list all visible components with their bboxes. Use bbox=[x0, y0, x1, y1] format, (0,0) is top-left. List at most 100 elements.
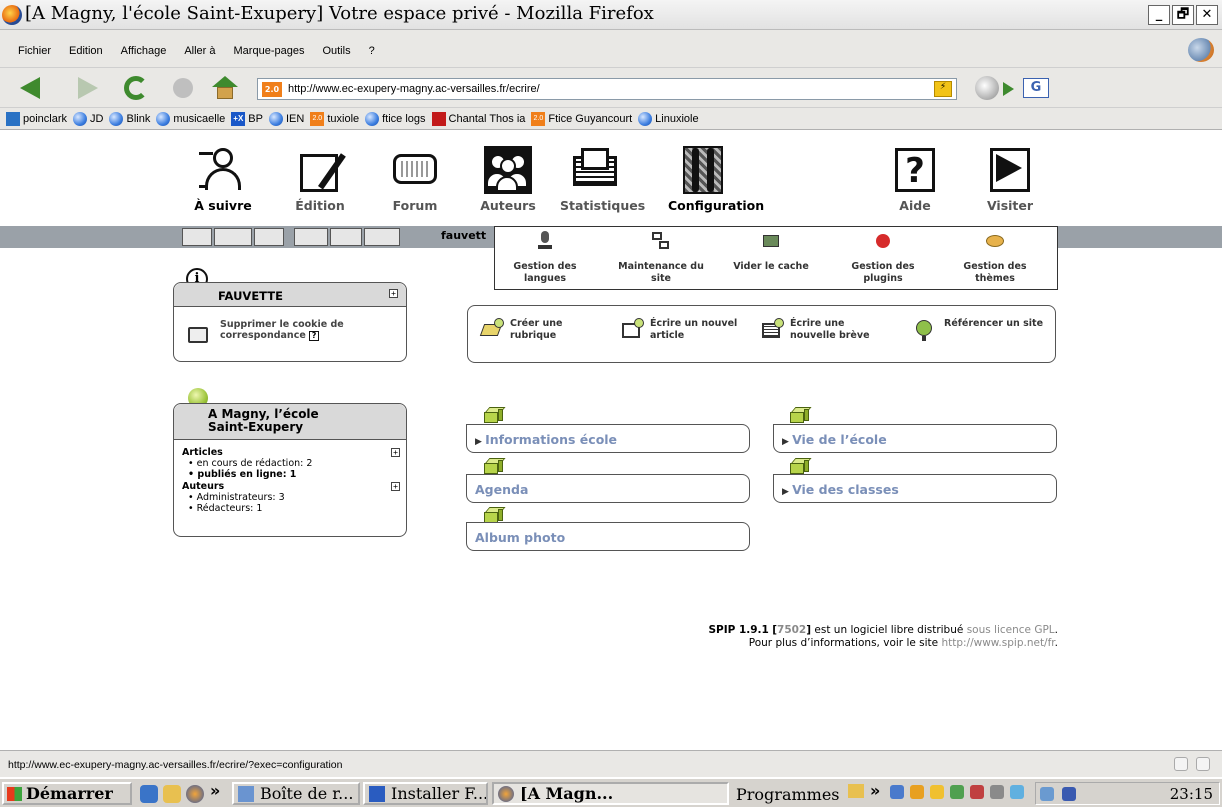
rubrique-album-photo[interactable]: Album photo bbox=[466, 522, 750, 551]
security-icon[interactable] bbox=[1174, 757, 1188, 771]
menubar: Fichier Edition Affichage Aller à Marque… bbox=[0, 30, 1222, 68]
tray-app-icon[interactable] bbox=[1010, 785, 1024, 799]
cfg-vider-cache[interactable]: Vider le cache bbox=[721, 231, 821, 273]
action-referencer-site[interactable]: Référencer un site bbox=[914, 318, 1044, 341]
rubrique-vie-classes[interactable]: ▶ Vie des classes bbox=[773, 474, 1057, 503]
tray-app-icon[interactable] bbox=[950, 785, 964, 799]
nav-edition[interactable]: Édition bbox=[285, 146, 355, 213]
bookmark-tuxiole[interactable]: 2.0 tuxiole bbox=[310, 111, 359, 126]
menu-marque-pages[interactable]: Marque-pages bbox=[234, 45, 305, 57]
action-ecrire-article[interactable]: Écrire un nouvel article bbox=[620, 318, 740, 342]
menu-aide[interactable]: ? bbox=[369, 45, 375, 57]
list-item[interactable]: • Rédacteurs: 1 bbox=[188, 503, 402, 514]
bookmark-chantal[interactable]: Chantal Thos ia bbox=[431, 111, 525, 126]
nav-aide[interactable]: ? Aide bbox=[880, 146, 950, 213]
firefox-quicklaunch-icon[interactable] bbox=[186, 785, 204, 803]
home-button[interactable] bbox=[208, 74, 242, 102]
menu-fichier[interactable]: Fichier bbox=[18, 45, 51, 57]
cfg-gestion-langues[interactable]: Gestion des langues bbox=[495, 231, 595, 285]
calendar-icon[interactable] bbox=[182, 228, 212, 246]
network-icon[interactable] bbox=[890, 785, 904, 799]
action-ecrire-breve[interactable]: Écrire une nouvelle brève bbox=[760, 318, 890, 342]
start-button[interactable]: Démarrer bbox=[2, 782, 132, 805]
quicklaunch-chevron[interactable]: » bbox=[210, 781, 220, 800]
list-item[interactable]: • en cours de rédaction: 2 bbox=[188, 458, 402, 469]
forward-button[interactable] bbox=[72, 74, 106, 102]
search-zoom-icon[interactable] bbox=[254, 228, 284, 246]
list-item[interactable]: • Administrateurs: 3 bbox=[188, 492, 402, 503]
nav-configuration[interactable]: Configuration bbox=[668, 146, 764, 213]
auteurs-heading: Auteurs bbox=[182, 481, 225, 492]
popup-icon[interactable] bbox=[1196, 757, 1210, 771]
action-creer-rubrique[interactable]: Créer une rubrique bbox=[479, 318, 590, 342]
bp-icon: +X bbox=[231, 111, 246, 126]
google-search-icon[interactable]: G bbox=[1023, 78, 1049, 98]
build-link[interactable]: 7502 bbox=[777, 624, 806, 636]
stop-button[interactable] bbox=[167, 74, 201, 102]
bookmark-ftice-guyancourt[interactable]: 2.0 Ftice Guyancourt bbox=[531, 111, 632, 126]
search-engine-icon[interactable] bbox=[975, 76, 999, 100]
menu-affichage[interactable]: Affichage bbox=[121, 45, 167, 57]
rubrique-agenda[interactable]: Agenda bbox=[466, 474, 750, 503]
bookmark-bp[interactable]: +X BP bbox=[231, 111, 263, 126]
server-icon bbox=[651, 231, 671, 251]
antivirus-icon[interactable] bbox=[1062, 787, 1076, 801]
folder-tray-icon[interactable] bbox=[848, 784, 864, 798]
nav-forum[interactable]: Forum bbox=[380, 146, 450, 213]
tray-app-icon[interactable] bbox=[930, 785, 944, 799]
articles-expand-icon[interactable]: + bbox=[391, 448, 400, 457]
nav-auteurs[interactable]: Auteurs bbox=[473, 146, 543, 213]
eye-icon[interactable] bbox=[364, 228, 400, 246]
pointer-icon[interactable] bbox=[214, 228, 252, 246]
nav-statistiques[interactable]: Statistiques bbox=[560, 146, 645, 213]
cfg-maintenance-site[interactable]: Maintenance du site bbox=[611, 231, 711, 285]
licence-link[interactable]: sous licence GPL bbox=[967, 624, 1055, 636]
spip-site-link[interactable]: http://www.spip.net/fr bbox=[941, 637, 1054, 649]
close-button[interactable]: ✕ bbox=[1196, 5, 1218, 25]
back-button[interactable] bbox=[16, 74, 50, 102]
maximize-button[interactable]: 🗗 bbox=[1172, 5, 1194, 25]
a-suivre-icon bbox=[199, 146, 247, 194]
minimize-button[interactable]: _ bbox=[1148, 5, 1170, 25]
tray-app-icon[interactable] bbox=[990, 785, 1004, 799]
menu-edition[interactable]: Edition bbox=[69, 45, 103, 57]
menu-outils[interactable]: Outils bbox=[322, 45, 350, 57]
bookmark-ftice-logs[interactable]: ftice logs bbox=[365, 111, 426, 126]
folder-icon[interactable] bbox=[163, 785, 181, 803]
current-user[interactable]: fauvett bbox=[441, 229, 486, 242]
reload-button[interactable] bbox=[120, 74, 154, 102]
bookmark-musicaelle[interactable]: musicaelle bbox=[156, 111, 225, 126]
tray-app-icon[interactable] bbox=[970, 785, 984, 799]
menu-aller-a[interactable]: Aller à bbox=[184, 45, 215, 57]
task-installer[interactable]: Installer F... bbox=[363, 782, 488, 805]
expand-icon[interactable]: + bbox=[389, 289, 398, 298]
auteurs-expand-icon[interactable]: + bbox=[391, 482, 400, 491]
nav-a-suivre[interactable]: À suivre bbox=[188, 146, 258, 213]
help-icon[interactable]: ? bbox=[309, 331, 320, 341]
bookmark-blink[interactable]: Blink bbox=[109, 111, 150, 126]
address-url[interactable]: http://www.ec-exupery-magny.ac-versaille… bbox=[288, 83, 540, 95]
cfg-gestion-plugins[interactable]: Gestion des plugins bbox=[833, 231, 933, 285]
rubrique-vie-ecole[interactable]: ▶ Vie de l’école bbox=[773, 424, 1057, 453]
task-a-magny[interactable]: [A Magn... bbox=[492, 782, 729, 805]
go-icon[interactable]: ⚡ bbox=[934, 81, 952, 97]
bookmark-ien[interactable]: IEN bbox=[268, 111, 304, 126]
rubrique-informations-ecole[interactable]: ▶ Informations école bbox=[466, 424, 750, 453]
bookmark-linuxiole[interactable]: Linuxiole bbox=[638, 111, 699, 126]
cookie-action[interactable]: Supprimer le cookie de correspondance ? bbox=[220, 319, 400, 341]
display-icon[interactable] bbox=[294, 228, 328, 246]
task-boite-reception[interactable]: Boîte de r... bbox=[232, 782, 360, 805]
usb-icon[interactable] bbox=[1040, 787, 1054, 801]
address-bar[interactable]: 2.0 http://www.ec-exupery-magny.ac-versa… bbox=[257, 78, 957, 100]
mail-icon[interactable] bbox=[330, 228, 362, 246]
programmes-toolbar[interactable]: Programmes bbox=[736, 785, 840, 804]
bookmark-jd[interactable]: JD bbox=[73, 111, 103, 126]
go-arrow-icon[interactable] bbox=[1003, 82, 1014, 96]
list-item[interactable]: • publiés en ligne: 1 bbox=[188, 469, 402, 480]
nav-visiter[interactable]: Visiter bbox=[975, 146, 1045, 213]
bookmark-poinclark[interactable]: poinclark bbox=[6, 111, 67, 126]
programmes-chevron[interactable]: » bbox=[870, 781, 880, 800]
cfg-gestion-themes[interactable]: Gestion des thèmes bbox=[945, 231, 1045, 285]
ie-icon[interactable] bbox=[140, 785, 158, 803]
messenger-icon[interactable] bbox=[910, 785, 924, 799]
